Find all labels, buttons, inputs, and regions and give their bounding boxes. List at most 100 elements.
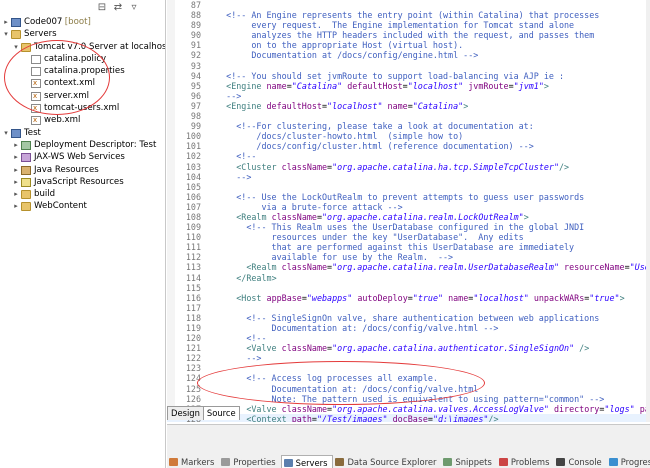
code-line[interactable]: 120 <!--	[167, 333, 650, 343]
expand-arrow-down-icon[interactable]: ▾	[12, 41, 20, 53]
view-tab-data-source-explorer[interactable]: Data Source Explorer	[333, 455, 441, 468]
code-line[interactable]: 94 <!-- You should set jvmRoute to suppo…	[167, 71, 650, 81]
tree-item[interactable]: catalina.properties	[0, 65, 165, 77]
code-line[interactable]: 119 Documentation at: /docs/config/valve…	[167, 323, 650, 333]
view-tab-markers[interactable]: Markers	[167, 455, 219, 468]
code-line[interactable]: 114 </Realm>	[167, 273, 650, 283]
tree-item[interactable]: server.xml	[0, 90, 165, 102]
tree-item[interactable]: ▸ WebContent	[0, 200, 165, 212]
code-line[interactable]: 102 <!--	[167, 151, 650, 161]
code-area[interactable]: 87 88 <!-- An Engine represents the entry…	[167, 0, 650, 422]
tree-item-label: tomcat-users.xml	[44, 103, 120, 114]
line-number: 88	[190, 10, 201, 21]
folder-icon	[21, 190, 31, 200]
code-line[interactable]: 92 Documentation at /docs/config/engine.…	[167, 50, 650, 60]
collapse-all-icon[interactable]: ⊟	[96, 2, 108, 14]
link-with-editor-icon[interactable]: ⇄	[112, 2, 124, 14]
code-line[interactable]: 106 <!-- Use the LockOutRealm to prevent…	[167, 192, 650, 202]
xml-file-icon	[31, 102, 41, 114]
console-icon	[556, 458, 566, 466]
code-text: available for use by the Realm. -->	[206, 252, 454, 263]
code-line[interactable]: 126 Note: The pattern used is equivalent…	[167, 394, 650, 404]
code-line[interactable]: 100 /docs/cluster-howto.html (simple how…	[167, 131, 650, 141]
view-tab-properties[interactable]: Properties	[219, 455, 280, 468]
tree-item[interactable]: ▾ Test	[0, 127, 165, 139]
expand-arrow-right-icon[interactable]: ▸	[12, 200, 20, 212]
code-line[interactable]: 99 <!--For clustering, please take a loo…	[167, 121, 650, 131]
code-line[interactable]: 91 on to the appropriate Host (virtual h…	[167, 40, 650, 50]
view-tab-snippets[interactable]: Snippets	[441, 455, 496, 468]
tree-item-label: server.xml	[44, 90, 89, 101]
expand-arrow-right-icon[interactable]: ▸	[2, 16, 10, 28]
code-line[interactable]: 103 <Cluster className="org.apache.catal…	[167, 162, 650, 172]
project-icon	[11, 18, 21, 27]
tree-item[interactable]: ▸ Code007 [boot]	[0, 16, 165, 28]
file-icon	[31, 67, 41, 77]
code-line[interactable]: 104 -->	[167, 172, 650, 182]
folder-icon	[21, 202, 31, 212]
code-line[interactable]: 98	[167, 111, 650, 121]
code-line[interactable]: 124 <!-- Access log processes all exampl…	[167, 373, 650, 383]
overview-ruler[interactable]	[646, 0, 650, 422]
code-line[interactable]: 117	[167, 303, 650, 313]
code-line[interactable]: 111 that are performed against this User…	[167, 242, 650, 252]
code-line[interactable]: 107 via a brute-force attack -->	[167, 202, 650, 212]
code-line[interactable]: 88 <!-- An Engine represents the entry p…	[167, 10, 650, 20]
code-line[interactable]: 101 /docs/config/cluster.html (reference…	[167, 141, 650, 151]
code-line[interactable]: 90 analyzes the HTTP headers included wi…	[167, 30, 650, 40]
code-line[interactable]: 89 every request. The Engine implementat…	[167, 20, 650, 30]
code-line[interactable]: 96 -->	[167, 91, 650, 101]
expand-arrow-right-icon[interactable]: ▸	[12, 139, 20, 151]
tab-design[interactable]: Design	[167, 406, 204, 420]
view-tab-servers[interactable]: Servers	[280, 455, 334, 468]
code-text: -->	[206, 353, 262, 364]
code-line[interactable]: 112 available for use by the Realm. -->	[167, 252, 650, 262]
tree-item-label: Tomcat v7.0 Server at localhost-conf	[34, 41, 165, 52]
code-line[interactable]: 105	[167, 182, 650, 192]
expand-arrow-down-icon[interactable]: ▾	[2, 28, 10, 40]
tree-item[interactable]: context.xml	[0, 77, 165, 90]
view-tab-problems[interactable]: Problems	[497, 455, 555, 468]
tree-item[interactable]: ▾ Tomcat v7.0 Server at localhost-conf	[0, 41, 165, 53]
xml-editor[interactable]: 87 88 <!-- An Engine represents the entry…	[167, 0, 650, 422]
view-menu-icon[interactable]: ▿	[128, 2, 140, 14]
tab-source[interactable]: Source	[202, 406, 240, 420]
expand-arrow-right-icon[interactable]: ▸	[12, 176, 20, 188]
code-text: <!-- Use the LockOutRealm to prevent att…	[206, 191, 585, 202]
tree-item[interactable]: catalina.policy	[0, 53, 165, 65]
code-text: <Engine defaultHost="localhost" name="Ca…	[226, 100, 469, 111]
code-line[interactable]: 110 resources under the key "UserDatabas…	[167, 232, 650, 242]
tree-item[interactable]: ▾ Servers	[0, 28, 165, 40]
view-tab-progress[interactable]: Progress	[607, 455, 650, 468]
expand-arrow-down-icon[interactable]: ▾	[2, 127, 10, 139]
code-line[interactable]: 113 <Realm className="org.apache.catalin…	[167, 262, 650, 272]
expand-arrow-right-icon[interactable]: ▸	[12, 151, 20, 163]
code-line[interactable]: 121 <Valve className="org.apache.catalin…	[167, 343, 650, 353]
code-line[interactable]: 87	[167, 0, 650, 10]
code-line[interactable]: 109 <!-- This Realm uses the UserDatabas…	[167, 222, 650, 232]
view-tab-label: Servers	[295, 458, 328, 468]
tree-item[interactable]: ▸ JAX-WS Web Services	[0, 151, 165, 163]
tree-item[interactable]: web.xml	[0, 114, 165, 127]
line-number: 118	[185, 312, 201, 323]
code-line[interactable]: 123	[167, 363, 650, 373]
tree-item[interactable]: tomcat-users.xml	[0, 102, 165, 114]
view-tab-console[interactable]: Console	[554, 455, 606, 468]
code-line[interactable]: 115	[167, 283, 650, 293]
line-number: 110	[185, 232, 201, 243]
code-line[interactable]: 118 <!-- SingleSignOn valve, share authe…	[167, 313, 650, 323]
code-line[interactable]: 125 Documentation at: /docs/config/valve…	[167, 384, 650, 394]
code-line[interactable]: 108 <Realm className="org.apache.catalin…	[167, 212, 650, 222]
code-line[interactable]: 116 <Host appBase="webapps" autoDeploy="…	[167, 293, 650, 303]
expand-arrow-right-icon[interactable]: ▸	[12, 164, 20, 176]
code-line[interactable]: 122 -->	[167, 353, 650, 363]
code-line[interactable]: 95 <Engine name="Catalina" defaultHost="…	[167, 81, 650, 91]
code-line[interactable]: 97 <Engine defaultHost="localhost" name=…	[167, 101, 650, 111]
code-line[interactable]: 93	[167, 61, 650, 71]
expand-arrow-right-icon[interactable]: ▸	[12, 188, 20, 200]
tree-item[interactable]: ▸ Deployment Descriptor: Test	[0, 139, 165, 151]
code-text: Documentation at /docs/config/engine.htm…	[206, 50, 479, 61]
tree-item[interactable]: ▸ build	[0, 188, 165, 200]
tree-item[interactable]: ▸ Java Resources	[0, 164, 165, 176]
tree-item[interactable]: ▸ JavaScript Resources	[0, 176, 165, 188]
